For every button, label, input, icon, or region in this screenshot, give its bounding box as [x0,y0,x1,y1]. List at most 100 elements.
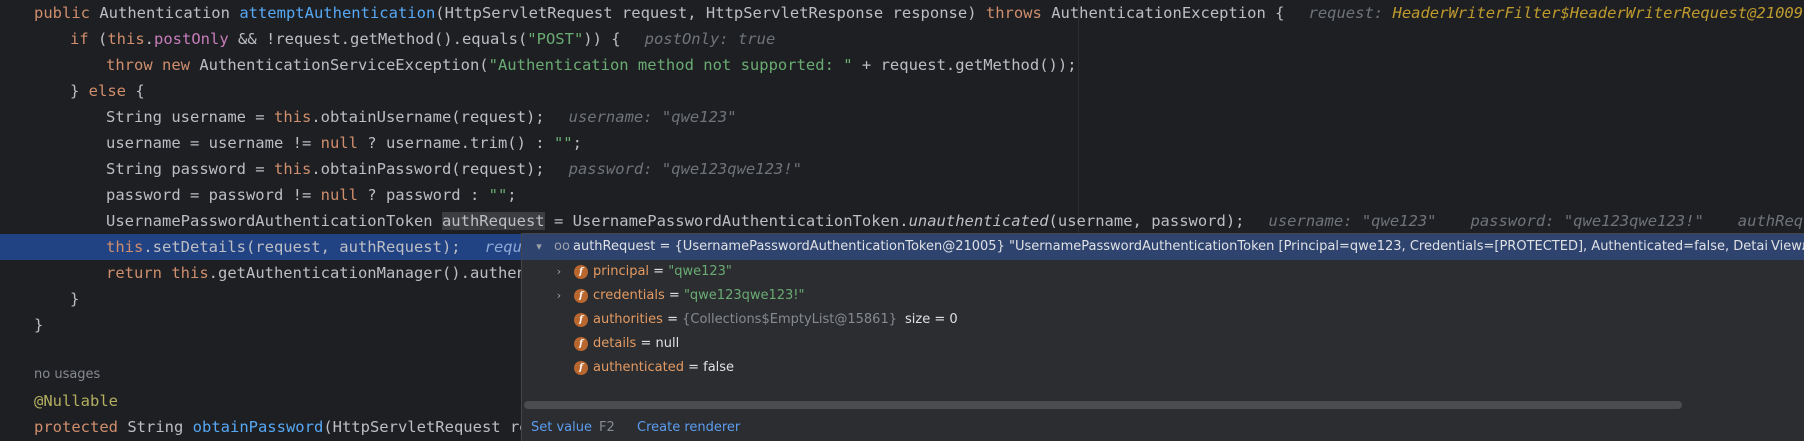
field-name: authenticated [593,360,684,375]
equals-sign: = [664,288,684,303]
code-text: AuthenticationServiceException( [199,56,489,74]
highlighted-variable[interactable]: authRequest [441,212,545,230]
object-id: {UsernamePasswordAuthenticationToken@210… [674,239,1005,254]
code-text: .obtainUsername(request); [311,108,545,126]
chevron-right-icon[interactable]: › [552,260,566,284]
code-text: } [70,290,80,308]
code-text: .setDetails(request, authRequest); [143,238,461,256]
code-text: .obtainPassword(request); [311,160,545,178]
usages-hint[interactable]: no usages [34,362,100,388]
field-value: "qwe123qwe123!" [683,288,805,303]
create-renderer-link[interactable]: Create renderer [637,414,740,441]
field-row-details[interactable]: f details = null [522,332,1804,356]
keyword: this [107,30,145,48]
code-text: UsernamePasswordAuthenticationToken [106,212,442,230]
code-line[interactable]: UsernamePasswordAuthenticationToken auth… [0,208,1804,234]
code-text: = UsernamePasswordAuthenticationToken. [544,212,909,230]
method-name: obtainPassword [192,418,324,436]
collection-size: size = 0 [905,312,958,327]
code-text: } [34,316,44,334]
keyword: null [320,186,358,204]
glasses-icon: oo [554,239,570,254]
code-text: } [70,82,89,100]
field-value: null [655,336,680,351]
inline-debug-hint[interactable]: request: HeaderWriterFilter$HeaderWriter… [1284,4,1803,22]
field-name: authorities [593,312,663,327]
code-text: String [127,418,193,436]
inline-debug-hint[interactable]: authRequest: " [1704,212,1804,230]
set-value-link[interactable]: Set value [531,414,592,441]
field-row-authenticated[interactable]: f authenticated = false [522,356,1804,380]
field-value: false [703,360,735,375]
code-line[interactable]: public Authentication attemptAuthenticat… [0,0,1804,26]
code-text: && !request.getMethod().equals( [228,30,528,48]
code-line[interactable]: throw new AuthenticationServiceException… [0,52,1804,78]
code-text: (HttpServletRequest req [323,418,538,436]
code-text: Authentication [99,4,240,22]
code-text: . [144,30,155,48]
popup-root-node[interactable]: ▾ oo authRequest = {UsernamePasswordAuth… [522,234,1804,260]
keyword: this [273,108,312,126]
code-editor[interactable]: public Authentication attemptAuthenticat… [0,0,1804,441]
code-text: username = username != [106,134,321,152]
keyword: throws [985,4,1052,22]
keyword: this [106,238,144,256]
static-method-name: unauthenticated [908,212,1049,230]
annotation: @Nullable [34,392,118,410]
keyword: throw [106,56,162,74]
view-link[interactable]: View [1767,234,1802,260]
keyword: return [106,264,172,282]
string-literal: "" [488,186,508,204]
equals-sign: = [649,264,669,279]
code-text: ; [572,134,582,152]
object-tostring: "UsernamePasswordAuthenticationToken [Pr… [1004,239,1804,254]
code-text: .getAuthenticationManager().authent [208,264,536,282]
chevron-down-icon[interactable]: ▾ [532,234,546,260]
code-text: ( [98,30,108,48]
keyword: new [162,56,200,74]
field-row-authorities[interactable]: f authorities = {Collections$EmptyList@1… [522,308,1804,332]
equals-sign: = [655,239,675,254]
field-value: "qwe123" [668,264,732,279]
method-name: attemptAuthentication [239,4,436,22]
debug-value-popup[interactable]: ▾ oo authRequest = {UsernamePasswordAuth… [521,233,1804,441]
equals-sign: = [636,336,656,351]
code-text: String username = [106,108,274,126]
field-reference: postOnly [154,30,229,48]
popup-footer: Set value F2 Create renderer [522,414,1804,441]
code-line[interactable]: } else { [0,78,1804,104]
code-text: (username, password); [1048,212,1245,230]
keyword: else [88,82,136,100]
inline-debug-hint[interactable]: username: "qwe123" [545,108,737,126]
equals-sign: = [683,360,704,375]
inline-debug-hint[interactable]: postOnly: true [621,30,776,48]
code-line[interactable]: String password = this.obtainPassword(re… [0,156,1804,182]
inline-debug-hint[interactable]: username: "qwe123" [1245,212,1437,230]
code-line[interactable]: String username = this.obtainUsername(re… [0,104,1804,130]
code-text: ? password : [357,186,489,204]
code-text: ? username.trim() : [357,134,554,152]
horizontal-scrollbar[interactable] [524,401,1682,409]
keyword: protected [34,418,128,436]
field-value: {Collections$EmptyList@15861} [682,312,897,327]
inline-debug-hint[interactable]: password: "qwe123qwe123!" [1437,212,1704,230]
string-literal: "" [553,134,573,152]
code-line[interactable]: username = username != null ? username.t… [0,130,1804,156]
inline-debug-hint[interactable]: password: "qwe123qwe123!" [545,160,802,178]
field-row-principal[interactable]: › f principal = "qwe123" [522,260,1804,284]
code-text: { [135,82,145,100]
chevron-right-icon[interactable]: › [552,284,566,308]
code-text: ; [507,186,517,204]
code-line[interactable]: if (this.postOnly && !request.getMethod(… [0,26,1804,52]
variable-name: authRequest [573,239,656,254]
code-line[interactable]: password = password != null ? password :… [0,182,1804,208]
code-text: )) { [583,30,621,48]
keyword: if [70,30,98,48]
equals-sign: = [662,312,683,327]
field-name: details [593,336,637,351]
field-icon: f [574,265,588,279]
code-text: (HttpServletRequest request, HttpServlet… [435,4,986,22]
code-text: AuthenticationException { [1051,4,1285,22]
field-name: principal [593,264,650,279]
field-row-credentials[interactable]: › f credentials = "qwe123qwe123!" [522,284,1804,308]
